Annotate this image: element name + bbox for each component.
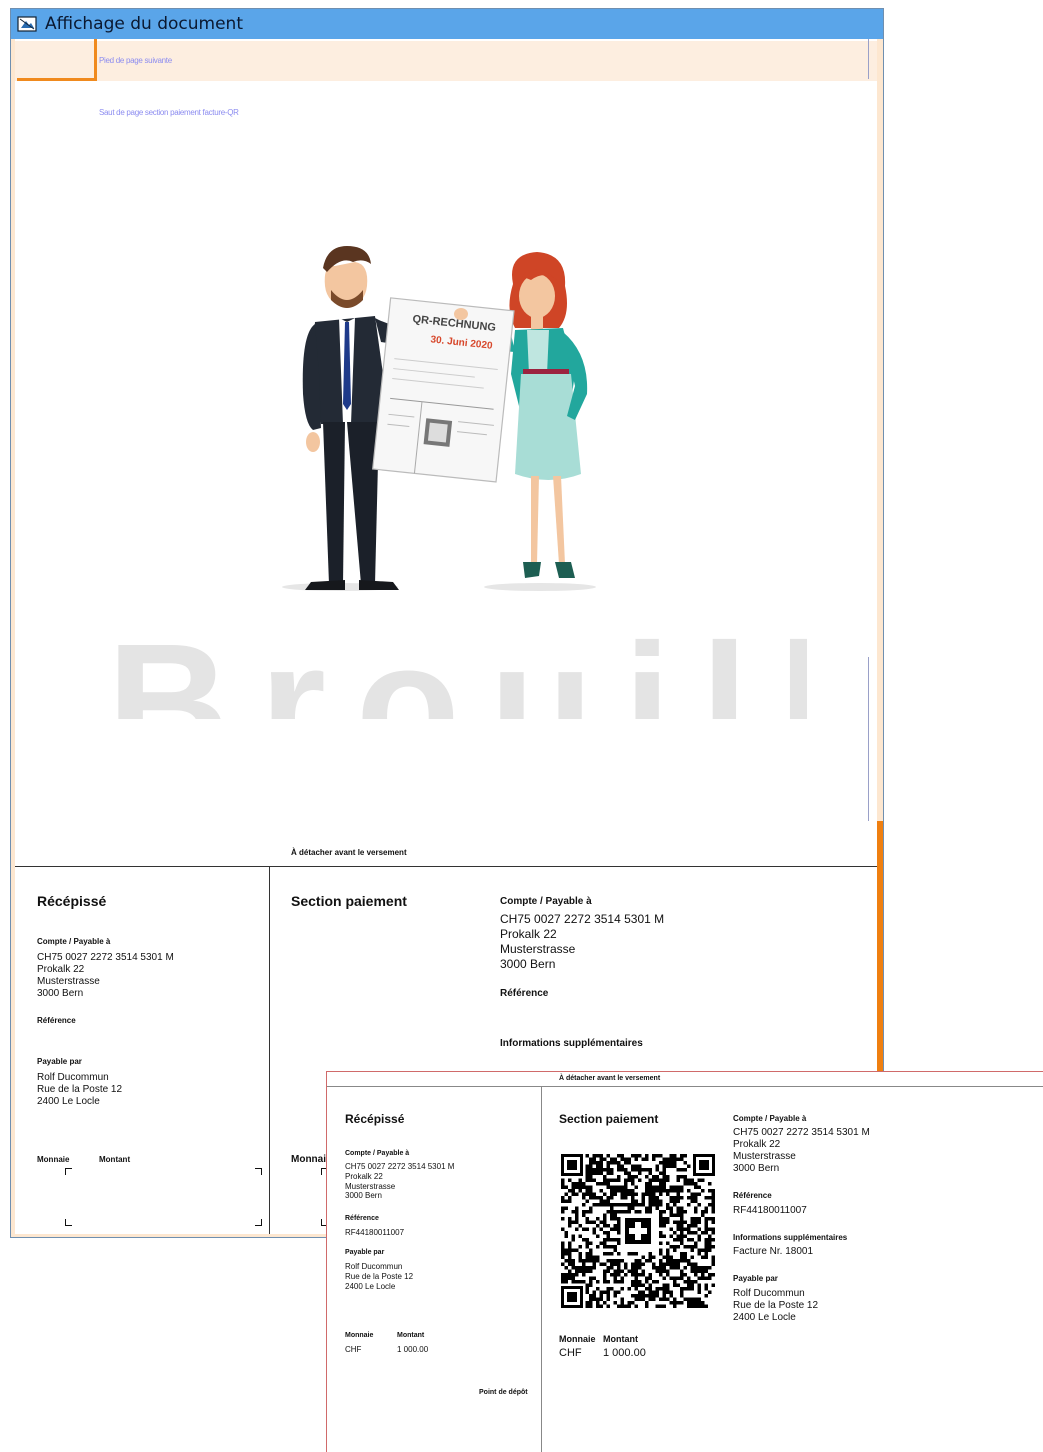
section-break-label: Saut de page section paiement facture-QR bbox=[99, 108, 239, 117]
qr-bill-preview-panel: À détacher avant le versement Récépissé … bbox=[326, 1071, 1043, 1452]
overlay-receipt-account-line: Prokalk 22 bbox=[345, 1172, 383, 1181]
overlay-receipt-currency-label: Monnaie bbox=[345, 1332, 374, 1339]
receipt-payer-line: 2400 Le Locle bbox=[37, 1096, 100, 1107]
receipt-account-label: Compte / Payable à bbox=[37, 937, 111, 946]
receipt-account-line: CH75 0027 2272 3514 5301 M bbox=[37, 952, 174, 963]
receipt-separator bbox=[269, 866, 270, 1234]
amount-box-corner bbox=[255, 1219, 262, 1226]
receipt-currency-label: Monnaie bbox=[37, 1155, 70, 1164]
title-bar: Affichage du document bbox=[11, 9, 883, 39]
overlay-payment-reference-label: Référence bbox=[733, 1191, 772, 1200]
overlay-payment-additional-info-value: Facture Nr. 18001 bbox=[733, 1246, 814, 1257]
overlay-cut-label: À détacher avant le versement bbox=[559, 1075, 661, 1082]
overlay-receipt-title: Récépissé bbox=[345, 1112, 405, 1126]
margin-line bbox=[868, 39, 869, 79]
overlay-payment-amount-label: Montant bbox=[603, 1334, 638, 1344]
cut-label: À détacher avant le versement bbox=[291, 848, 407, 857]
margin-line bbox=[868, 657, 869, 821]
payment-account-line: Prokalk 22 bbox=[500, 927, 557, 941]
receipt-payable-by-label: Payable par bbox=[37, 1057, 82, 1066]
overlay-receipt-payer-line: 2400 Le Locle bbox=[345, 1282, 396, 1291]
overlay-payment-currency-label: Monnaie bbox=[559, 1334, 596, 1344]
overlay-receipt-account-label: Compte / Payable à bbox=[345, 1150, 410, 1157]
overlay-receipt-account-line: CH75 0027 2272 3514 5301 M bbox=[345, 1162, 455, 1171]
overlay-payment-amount-value: 1 000.00 bbox=[603, 1347, 646, 1359]
overlay-payment-payer-line: Rolf Ducommun bbox=[733, 1288, 805, 1299]
receipt-account-line: 3000 Bern bbox=[37, 988, 84, 999]
amount-box-corner bbox=[255, 1168, 262, 1175]
payment-currency-label: Monnai bbox=[291, 1154, 326, 1165]
qr-bill-sheet: QR-RECHNUNG 30. Juni 2020 bbox=[372, 297, 515, 483]
payment-reference-label: Référence bbox=[500, 988, 549, 999]
document-viewer-window: Affichage du document Pied de page suiva… bbox=[10, 8, 884, 1238]
overlay-payment-payer-line: Rue de la Poste 12 bbox=[733, 1300, 819, 1311]
overlay-payment-payer-line: 2400 Le Locle bbox=[733, 1312, 796, 1323]
overlay-payment-additional-info-label: Informations supplémentaires bbox=[733, 1233, 848, 1242]
overlay-payment-title: Section paiement bbox=[559, 1112, 659, 1126]
cut-line bbox=[15, 866, 877, 867]
overlay-cut-line bbox=[327, 1086, 1043, 1087]
overlay-receipt-separator bbox=[541, 1086, 542, 1452]
watermark-text: Brouillon bbox=[107, 609, 807, 719]
overlay-receipt-payer-line: Rolf Ducommun bbox=[345, 1262, 403, 1271]
document-preview-icon bbox=[17, 16, 37, 32]
amount-box-corner bbox=[65, 1219, 72, 1226]
draft-watermark: Brouillon bbox=[107, 599, 807, 719]
overlay-payment-account-label: Compte / Payable à bbox=[733, 1114, 807, 1123]
payment-account-label: Compte / Payable à bbox=[500, 896, 592, 907]
window-title: Affichage du document bbox=[45, 14, 243, 34]
receipt-title: Récépissé bbox=[37, 893, 107, 909]
payment-account-line: Musterstrasse bbox=[500, 942, 576, 956]
payment-additional-info-label: Informations supplémentaires bbox=[500, 1038, 643, 1049]
overlay-receipt-payable-by-label: Payable par bbox=[345, 1249, 385, 1256]
overlay-receipt-reference-value: RF44180011007 bbox=[345, 1228, 405, 1237]
receipt-amount-label: Montant bbox=[99, 1155, 131, 1164]
overlay-receipt-currency-value: CHF bbox=[345, 1345, 362, 1354]
overlay-receipt-amount-value: 1 000.00 bbox=[397, 1345, 429, 1354]
overlay-payment-account-line: Musterstrasse bbox=[733, 1151, 796, 1162]
receipt-reference-label: Référence bbox=[37, 1016, 76, 1025]
overlay-receipt-account-line: 3000 Bern bbox=[345, 1191, 382, 1200]
overlay-payment-payable-by-label: Payable par bbox=[733, 1274, 778, 1283]
amount-box-corner bbox=[65, 1168, 72, 1175]
overlay-payment-account-line: CH75 0027 2272 3514 5301 M bbox=[733, 1127, 870, 1138]
receipt-payer-line: Rue de la Poste 12 bbox=[37, 1084, 123, 1095]
selected-element-marker[interactable] bbox=[17, 39, 97, 81]
overlay-payment-account-line: Prokalk 22 bbox=[733, 1139, 781, 1150]
receipt-account-line: Musterstrasse bbox=[37, 976, 100, 987]
swiss-qr-code bbox=[561, 1154, 715, 1308]
payment-account-line: CH75 0027 2272 3514 5301 M bbox=[500, 912, 665, 926]
overlay-receipt-reference-label: Référence bbox=[345, 1215, 379, 1222]
qr-bill-illustration: QR-RECHNUNG 30. Juni 2020 bbox=[282, 246, 596, 591]
overlay-receipt-account-line: Musterstrasse bbox=[345, 1182, 396, 1191]
overlay-payment-account-line: 3000 Bern bbox=[733, 1163, 780, 1174]
overlay-receipt-amount-label: Montant bbox=[397, 1332, 425, 1339]
overlay-receipt-payer-line: Rue de la Poste 12 bbox=[345, 1272, 414, 1281]
overlay-payment-reference-value: RF44180011007 bbox=[733, 1205, 807, 1216]
receipt-payer-line: Rolf Ducommun bbox=[37, 1072, 109, 1083]
receipt-account-line: Prokalk 22 bbox=[37, 964, 85, 975]
overlay-payment-currency-value: CHF bbox=[559, 1347, 582, 1359]
overlay-deposit-point-label: Point de dépôt bbox=[479, 1389, 528, 1396]
footer-next-label: Pied de page suivante bbox=[99, 56, 172, 65]
payment-account-line: 3000 Bern bbox=[500, 957, 556, 971]
payment-title: Section paiement bbox=[291, 893, 407, 909]
document-page: Pied de page suivante Saut de page secti… bbox=[15, 39, 877, 1234]
